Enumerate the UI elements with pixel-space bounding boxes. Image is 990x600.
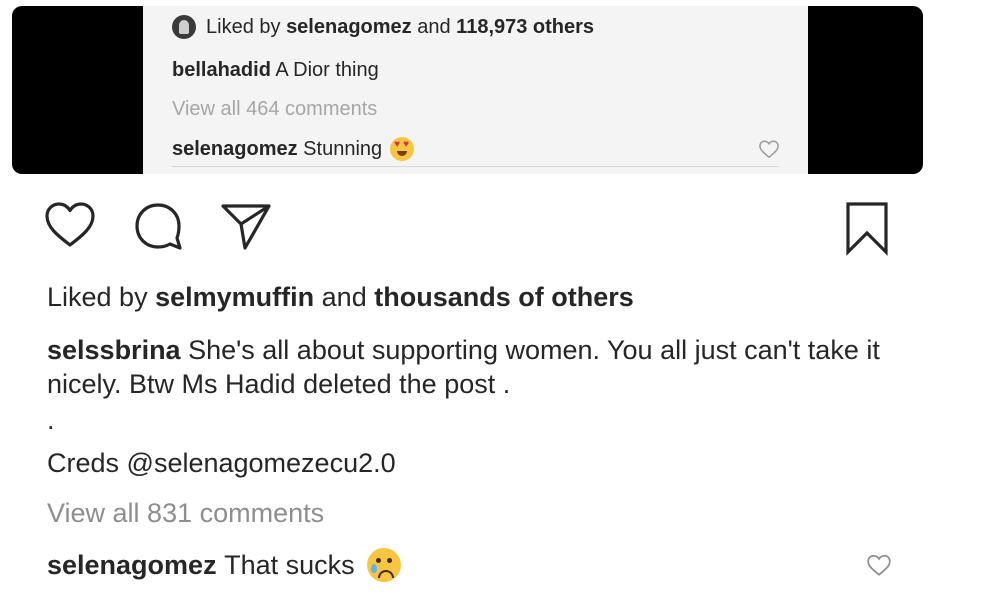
likes-and: and — [321, 282, 367, 312]
comment-heart-icon[interactable] — [866, 553, 892, 577]
crying-face-emoji — [366, 548, 401, 582]
likes-prefix: Liked by — [47, 282, 148, 312]
embedded-liked-by-prefix: Liked by — [206, 15, 281, 38]
embedded-likes-line: Liked by selenagomez and 118,973 others — [172, 15, 594, 39]
embedded-liked-by-count[interactable]: 118,973 others — [456, 16, 594, 39]
view-all-comments[interactable]: View all 831 comments — [47, 498, 324, 529]
heart-icon[interactable] — [43, 200, 97, 250]
embedded-screenshot: Liked by selenagomez and 118,973 others … — [12, 6, 923, 174]
likes-line: Liked by selmymuffin and thousands of ot… — [47, 282, 634, 313]
embedded-liked-by-and: and — [417, 15, 451, 38]
creds-handle[interactable]: @selenagomezecu2.0 — [127, 448, 396, 478]
heart-eyes-emoji — [390, 137, 415, 161]
bookmark-icon[interactable] — [844, 200, 890, 256]
embedded-caption-user[interactable]: bellahadid — [172, 59, 271, 81]
action-bar — [0, 200, 990, 260]
post-caption: selssbrina She's all about supporting wo… — [47, 333, 907, 401]
comment-icon[interactable] — [132, 200, 184, 252]
likes-user[interactable]: selmymuffin — [155, 282, 314, 312]
comment-row: selenagomez That sucks — [47, 548, 401, 582]
caption-user[interactable]: selssbrina — [47, 335, 181, 365]
embedded-comment: selenagomez Stunning — [172, 137, 415, 161]
embedded-post: Liked by selenagomez and 118,973 others … — [143, 6, 808, 174]
likes-rest[interactable]: thousands of others — [374, 282, 634, 312]
embedded-caption: bellahadid A Dior thing — [172, 59, 379, 82]
comment-user[interactable]: selenagomez — [47, 550, 217, 581]
comment-text: That sucks — [224, 549, 355, 580]
embedded-comment-heart-icon[interactable] — [758, 139, 780, 159]
share-icon[interactable] — [219, 200, 273, 252]
embedded-liked-by-user[interactable]: selenagomez — [286, 16, 412, 39]
caption-dot: . — [47, 405, 55, 435]
embedded-divider — [172, 166, 779, 167]
embedded-view-all-comments[interactable]: View all 464 comments — [172, 98, 377, 121]
creds-line: Creds @selenagomezecu2.0 — [47, 448, 396, 479]
embedded-comment-user[interactable]: selenagomez — [172, 138, 298, 161]
liker-avatar — [172, 15, 196, 39]
embedded-comment-text: Stunning — [303, 137, 383, 160]
embedded-caption-text: A Dior thing — [275, 59, 379, 81]
creds-label: Creds — [47, 448, 120, 478]
